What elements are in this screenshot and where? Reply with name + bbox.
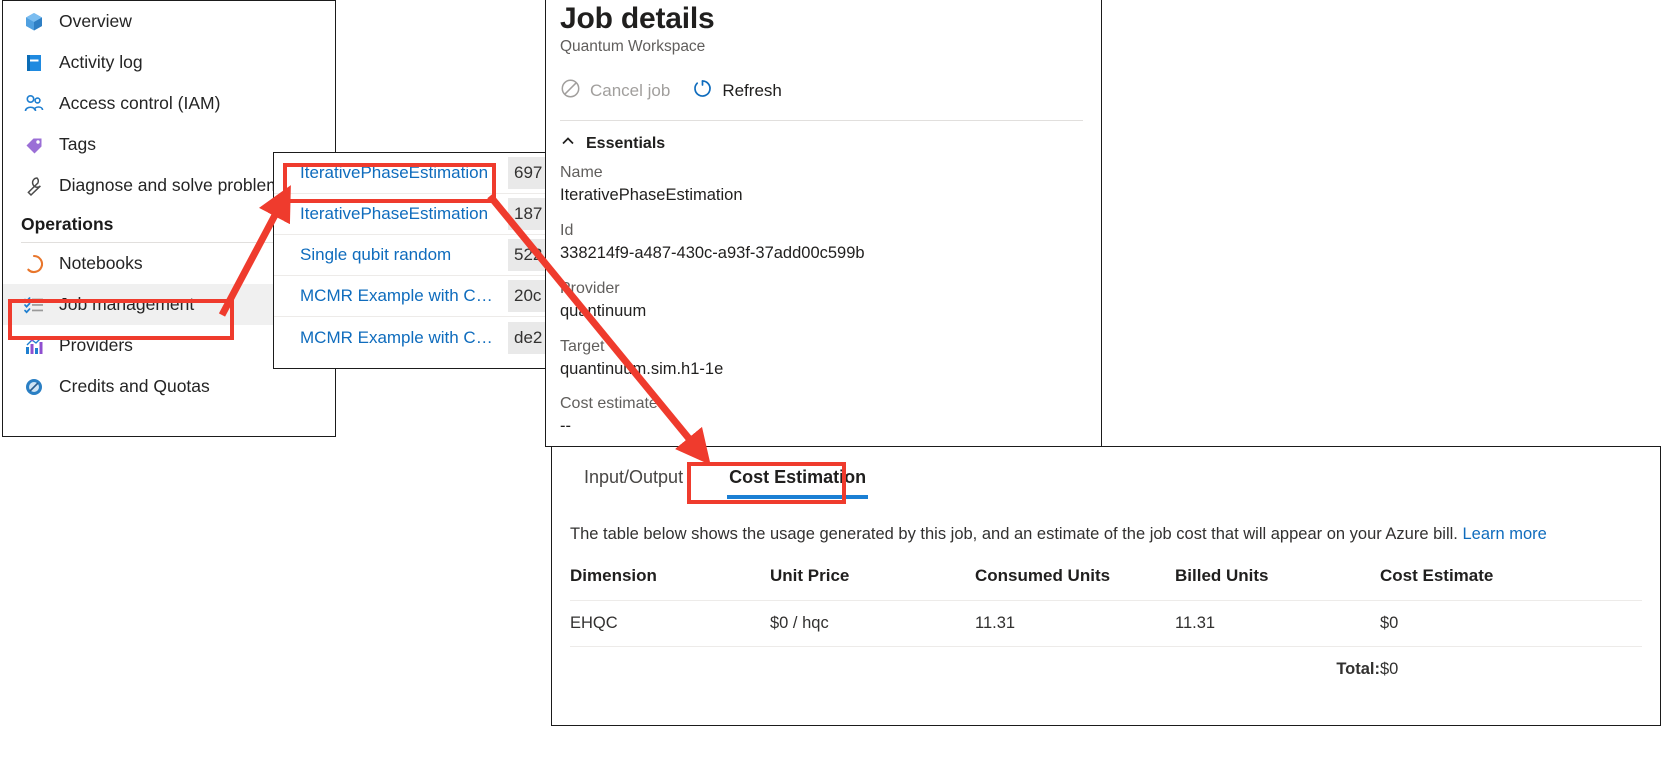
column-header-cost-estimate: Cost Estimate (1380, 566, 1642, 601)
field-value: IterativePhaseEstimation (560, 184, 1083, 207)
field-key: Target (560, 336, 1083, 358)
credits-quotas-icon (21, 374, 47, 400)
job-id-cell: 522 (508, 239, 548, 271)
sidebar-item-label: Providers (59, 335, 133, 356)
job-detail-tabs-panel: Input/Output Cost Estimation The table b… (551, 446, 1661, 726)
job-name-link[interactable]: Single qubit random (300, 245, 500, 265)
job-name-link[interactable]: IterativePhaseEstimation (300, 163, 500, 183)
field-key: Name (560, 162, 1083, 184)
activity-log-icon (21, 50, 47, 76)
cost-estimation-table: Dimension Unit Price Consumed Units Bill… (570, 566, 1642, 692)
tab-cost-estimation[interactable]: Cost Estimation (715, 467, 880, 499)
cancel-job-button[interactable]: Cancel job (560, 78, 670, 104)
field-target: Target quantinuum.sim.h1-1e (560, 336, 1083, 381)
notebook-icon (21, 251, 47, 277)
page-title: Job details (560, 2, 1083, 36)
total-spacer (975, 647, 1175, 693)
field-id: Id 338214f9-a487-430c-a93f-37add00c599b (560, 220, 1083, 265)
sidebar-item-label: Overview (59, 11, 132, 32)
chevron-up-icon (560, 133, 576, 154)
field-provider: Provider quantinuum (560, 278, 1083, 323)
table-header-row: Dimension Unit Price Consumed Units Bill… (570, 566, 1642, 601)
column-header-dimension: Dimension (570, 566, 770, 601)
sidebar-item-label: Diagnose and solve problems (59, 175, 290, 196)
tab-input-output[interactable]: Input/Output (570, 467, 697, 499)
column-header-unit-price: Unit Price (770, 566, 975, 601)
job-name-link[interactable]: MCMR Example with Co… (300, 328, 500, 348)
page-subtitle: Quantum Workspace (560, 38, 1083, 56)
refresh-button[interactable]: Refresh (692, 78, 782, 104)
sidebar-item-access-control[interactable]: Access control (IAM) (3, 83, 335, 124)
overview-cube-icon (21, 9, 47, 35)
refresh-label: Refresh (722, 81, 782, 101)
tab-bar: Input/Output Cost Estimation (552, 447, 1660, 499)
cost-estimation-description: The table below shows the usage generate… (552, 499, 1660, 544)
essentials-toggle[interactable]: Essentials (560, 133, 1083, 154)
total-spacer (770, 647, 975, 693)
job-details-panel: Job details Quantum Workspace Cancel job (545, 0, 1102, 447)
description-text: The table below shows the usage generate… (570, 525, 1458, 543)
sidebar-item-label: Activity log (59, 52, 143, 73)
cancel-job-label: Cancel job (590, 81, 670, 101)
cell-consumed-units: 11.31 (975, 601, 1175, 647)
table-total-row: Total: $0 (570, 647, 1642, 693)
field-key: Provider (560, 278, 1083, 300)
learn-more-link[interactable]: Learn more (1462, 525, 1546, 543)
job-management-icon (21, 292, 47, 318)
field-name: Name IterativePhaseEstimation (560, 162, 1083, 207)
sidebar-item-label: Tags (59, 134, 96, 155)
column-header-consumed-units: Consumed Units (975, 566, 1175, 601)
cancel-circle-slash-icon (560, 78, 581, 104)
job-name-link[interactable]: IterativePhaseEstimation (300, 204, 500, 224)
cell-cost-estimate: $0 (1380, 601, 1642, 647)
sidebar-item-label: Notebooks (59, 253, 143, 274)
job-id-cell: 697 (508, 157, 548, 189)
command-bar: Cancel job Refresh (560, 74, 1083, 121)
job-id-cell: 187 (508, 198, 548, 230)
field-value: quantinuum.sim.h1-1e (560, 358, 1083, 381)
total-spacer (570, 647, 770, 693)
field-key: Cost estimate (560, 393, 1083, 415)
field-value: quantinuum (560, 300, 1083, 323)
column-header-billed-units: Billed Units (1175, 566, 1380, 601)
refresh-icon (692, 78, 713, 104)
total-label: Total: (1175, 647, 1380, 693)
essentials-label: Essentials (586, 135, 665, 153)
field-value: -- (560, 415, 1083, 438)
cell-billed-units: 11.31 (1175, 601, 1380, 647)
job-name-link[interactable]: MCMR Example with Co… (300, 286, 500, 306)
field-cost-estimate: Cost estimate -- (560, 393, 1083, 438)
cell-unit-price: $0 / hqc (770, 601, 975, 647)
job-id-cell: de2 (508, 322, 548, 354)
field-key: Id (560, 220, 1083, 242)
total-value: $0 (1380, 647, 1642, 693)
field-value: 338214f9-a487-430c-a93f-37add00c599b (560, 242, 1083, 265)
job-id-cell: 20c (508, 280, 548, 312)
sidebar-item-activity-log[interactable]: Activity log (3, 42, 335, 83)
access-control-icon (21, 91, 47, 117)
sidebar-item-credits-and-quotas[interactable]: Credits and Quotas (3, 366, 335, 407)
tag-icon (21, 132, 47, 158)
sidebar-item-label: Access control (IAM) (59, 93, 220, 114)
sidebar-item-label: Job management (59, 294, 194, 315)
table-row: EHQC $0 / hqc 11.31 11.31 $0 (570, 601, 1642, 647)
sidebar-item-label: Credits and Quotas (59, 376, 210, 397)
cell-dimension: EHQC (570, 601, 770, 647)
wrench-icon (21, 173, 47, 199)
providers-chart-icon (21, 333, 47, 359)
sidebar-item-overview[interactable]: Overview (3, 1, 335, 42)
